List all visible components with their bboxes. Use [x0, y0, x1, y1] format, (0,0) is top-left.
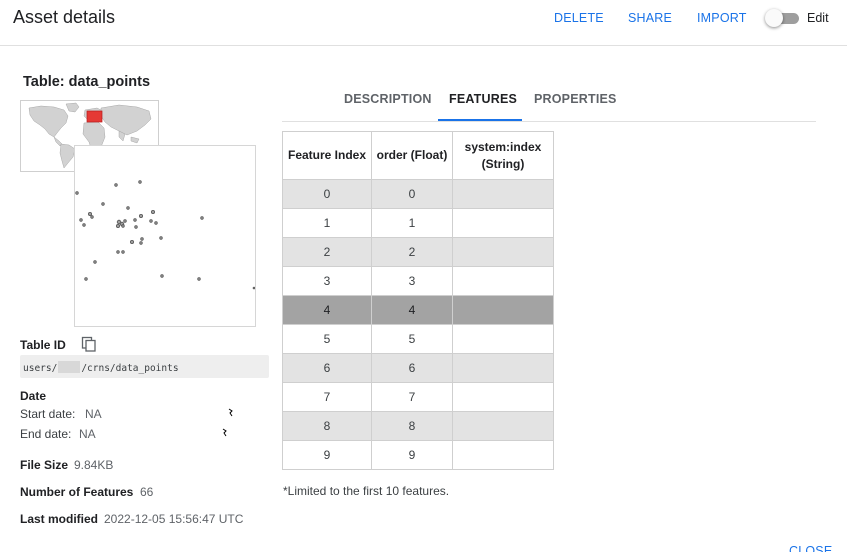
points-preview-svg — [75, 180, 256, 290]
cell-system-index — [452, 324, 554, 354]
cell-order: 8 — [371, 411, 453, 441]
edit-toggle[interactable] — [765, 9, 801, 27]
start-date-value: NA — [85, 407, 102, 421]
cell-feature-index: 3 — [282, 266, 372, 296]
cell-order: 1 — [371, 208, 453, 238]
table-row[interactable]: 11 — [282, 208, 554, 238]
cell-order: 2 — [371, 237, 453, 267]
cell-system-index — [452, 440, 554, 470]
cell-system-index — [452, 411, 554, 441]
tab-features[interactable]: FEATURES — [449, 92, 517, 106]
render-artifact-mark — [222, 428, 227, 437]
file-size-value: 9.84KB — [74, 458, 114, 472]
cell-feature-index: 9 — [282, 440, 372, 470]
tab-properties[interactable]: PROPERTIES — [534, 92, 617, 106]
column-header-feature-index: Feature Index — [282, 131, 372, 180]
cell-system-index — [452, 295, 554, 325]
system-index-type: (String) — [481, 156, 525, 171]
last-modified-value: 2022-12-05 15:56:47 UTC — [104, 512, 244, 526]
features-table: Feature Index order (Float) system:index… — [282, 131, 554, 470]
dialog-header: Asset details DELETE SHARE IMPORT Edit — [0, 0, 847, 46]
cell-feature-index: 6 — [282, 353, 372, 383]
cell-order: 3 — [371, 266, 453, 296]
cell-order: 6 — [371, 353, 453, 383]
toggle-knob — [765, 9, 783, 27]
cell-system-index — [452, 179, 554, 209]
column-header-order: order (Float) — [371, 131, 453, 180]
cell-feature-index: 2 — [282, 237, 372, 267]
cell-feature-index: 7 — [282, 382, 372, 412]
active-tab-indicator — [438, 119, 522, 121]
num-features-label: Number of Features — [20, 485, 134, 499]
cell-order: 9 — [371, 440, 453, 470]
table-header-row: Feature Index order (Float) system:index… — [282, 131, 554, 180]
cell-feature-index: 4 — [282, 295, 372, 325]
table-row[interactable]: 55 — [282, 324, 554, 354]
render-artifact-mark — [228, 408, 233, 417]
table-row[interactable]: 22 — [282, 237, 554, 267]
table-row[interactable]: 66 — [282, 353, 554, 383]
cell-system-index — [452, 208, 554, 238]
table-row[interactable]: 00 — [282, 179, 554, 209]
cell-feature-index: 8 — [282, 411, 372, 441]
cell-order: 0 — [371, 179, 453, 209]
cell-feature-index: 0 — [282, 179, 372, 209]
cell-order: 4 — [371, 295, 453, 325]
table-row[interactable]: 44 — [282, 295, 554, 325]
copy-icon[interactable] — [81, 336, 97, 352]
table-row[interactable]: 77 — [282, 382, 554, 412]
path-suffix: /crns/data_points — [81, 363, 179, 374]
cell-feature-index: 1 — [282, 208, 372, 238]
delete-button[interactable]: DELETE — [554, 11, 604, 25]
cell-system-index — [452, 266, 554, 296]
num-features-value: 66 — [140, 485, 154, 499]
table-row[interactable]: 33 — [282, 266, 554, 296]
table-name: Table: data_points — [23, 74, 151, 90]
redacted-username — [58, 361, 81, 373]
start-date-label: Start date: — [20, 407, 76, 421]
asset-info-panel: Table: data_points Table ID users/ /crns… — [0, 46, 280, 552]
cell-system-index — [452, 382, 554, 412]
cell-order: 5 — [371, 324, 453, 354]
end-date-value: NA — [79, 427, 96, 441]
table-row[interactable]: 99 — [282, 440, 554, 470]
tab-bar: DESCRIPTION FEATURES PROPERTIES — [282, 85, 816, 122]
table-id-path[interactable]: users/ /crns/data_points — [20, 355, 269, 378]
edit-label: Edit — [807, 11, 829, 25]
close-button[interactable]: CLOSE — [789, 544, 832, 552]
table-row[interactable]: 88 — [282, 411, 554, 441]
cell-system-index — [452, 237, 554, 267]
path-prefix: users/ — [23, 363, 58, 374]
system-index-name: system:index — [464, 139, 542, 154]
last-modified-label: Last modified — [20, 512, 99, 526]
dialog-title: Asset details — [13, 7, 116, 27]
cell-system-index — [452, 353, 554, 383]
table-id-label: Table ID — [20, 338, 66, 352]
cell-feature-index: 5 — [282, 324, 372, 354]
cell-order: 7 — [371, 382, 453, 412]
share-button[interactable]: SHARE — [628, 11, 672, 25]
points-preview-map — [74, 145, 256, 327]
date-label: Date — [20, 389, 47, 403]
end-date-label: End date: — [20, 427, 72, 441]
features-limit-note: *Limited to the first 10 features. — [283, 484, 450, 498]
import-button[interactable]: IMPORT — [697, 11, 747, 25]
column-header-system-index: system:index (String) — [452, 131, 554, 180]
file-size-label: File Size — [20, 458, 69, 472]
tab-description[interactable]: DESCRIPTION — [344, 92, 432, 106]
